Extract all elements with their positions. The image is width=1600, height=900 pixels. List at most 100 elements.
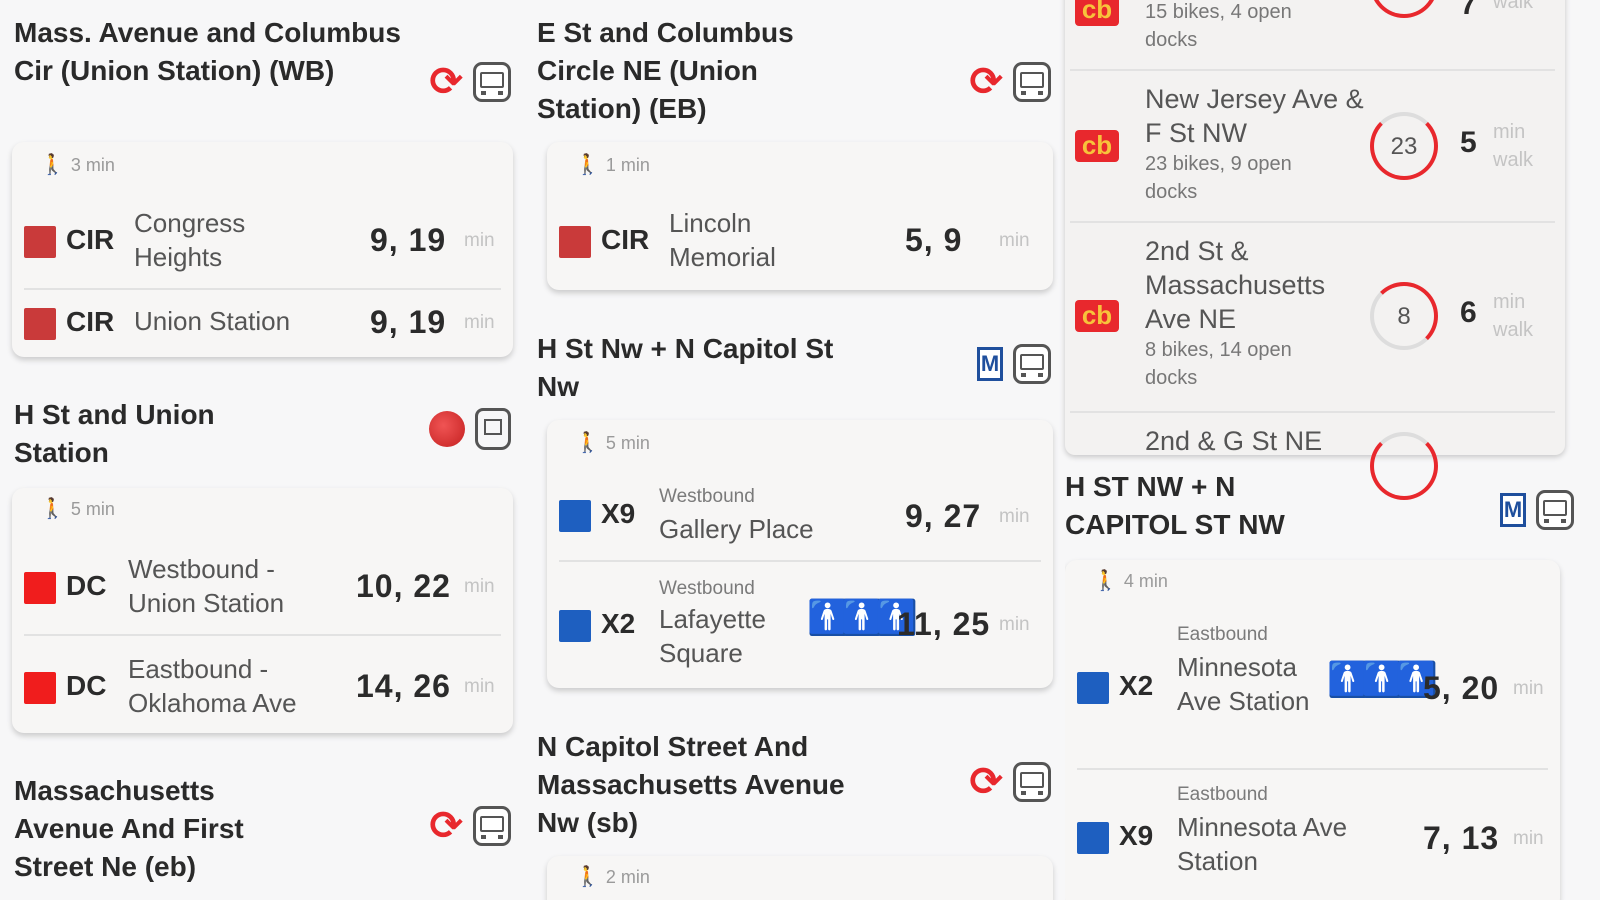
arrival-unit: min [464, 676, 495, 697]
refresh-icon[interactable]: ⟳ [429, 806, 463, 846]
bikeshare-walk-minutes: 5 [1460, 126, 1477, 159]
bikeshare-station-name: 2nd St & Massachusetts Ave NE [1145, 236, 1326, 334]
arrival-unit: min [999, 614, 1030, 635]
route-destination: Union Station [134, 306, 291, 336]
stop-header-e-columbus-eb[interactable]: E St and Columbus Circle NE (Union Stati… [537, 14, 1051, 134]
stop-mode-icons: ⟳ [429, 806, 511, 846]
refresh-icon[interactable]: ⟳ [429, 62, 463, 102]
stop-header-mass-first-eb[interactable]: Massachusetts Avenue And First Street Ne… [14, 772, 511, 900]
arrival-times: 5, 9 [905, 222, 963, 258]
route-destination: Eastbound - Oklahoma Ave [128, 654, 297, 718]
walk-icon: 🚶 [1093, 570, 1118, 592]
route-row[interactable]: DC Eastbound - Oklahoma Ave 14, 26 min [24, 644, 501, 724]
divider [559, 560, 1041, 562]
bikeshare-walk-minutes: 6 [1460, 296, 1477, 329]
arrival-times: 9, 19 [370, 222, 447, 258]
stop-mode-icons: M [977, 344, 1051, 384]
route-row[interactable]: X2 Eastbound Minnesota Ave Station 🚹🚹🚹 5… [1077, 620, 1548, 760]
metro-icon: M [977, 347, 1003, 381]
bikeshare-walk-minutes: 7 [1460, 0, 1477, 21]
stop-mode-icons [429, 408, 511, 450]
bikeshare-station-name: New Jersey Ave & F St NW [1145, 84, 1364, 148]
route-color-swatch [24, 672, 56, 704]
arrivals-card: 🚶 5 min DC Westbound - Union Station 10, … [12, 488, 513, 733]
walk-label: 3 min [70, 155, 115, 175]
bus-icon [1013, 762, 1051, 802]
route-color-swatch [24, 226, 56, 258]
capital-bikeshare-icon: cb [1075, 300, 1119, 332]
route-name: X2 [1119, 670, 1154, 701]
refresh-icon[interactable]: ⟳ [969, 62, 1003, 102]
stop-header-n-capitol-mass-sb[interactable]: N Capitol Street And Massachusetts Avenu… [537, 728, 1051, 848]
route-row[interactable]: X9 Eastbound Minnesota Ave Station 7, 13… [1077, 778, 1548, 898]
bus-icon [473, 62, 511, 102]
route-destination: Lincoln Memorial [669, 208, 776, 272]
route-row[interactable]: X9 Westbound Gallery Place 9, 27 min [559, 480, 1041, 560]
stop-header-h-union[interactable]: H St and Union Station [14, 396, 511, 476]
divider [24, 634, 501, 636]
arrival-unit: min [1513, 828, 1544, 849]
route-name: X2 [601, 608, 636, 639]
bikeshare-availability: 15 bikes, 4 open docks [1145, 1, 1292, 51]
route-row[interactable]: CIR Lincoln Memorial 5, 9 min [559, 204, 1041, 280]
metro-icon: M [1500, 493, 1526, 527]
bikeshare-station-row[interactable]: cb 2nd St & Massachusetts Ave NE 8 bikes… [1065, 234, 1565, 404]
stop-header-h-capitol-upper[interactable]: H ST NW + N CAPITOL ST NW M [1065, 468, 1586, 548]
arrival-times: 10, 22 [356, 568, 451, 604]
divider [1070, 411, 1555, 413]
route-name: DC [66, 670, 107, 701]
dc-circulator-icon [429, 411, 465, 447]
route-row[interactable]: CIR Union Station 9, 19 min [24, 292, 501, 352]
route-name: CIR [601, 224, 650, 255]
divider [1070, 221, 1555, 223]
walk-time: 🚶 3 min [40, 152, 115, 177]
bikeshare-station-row[interactable]: cb 15 bikes, 4 open docks 7 walk [1065, 0, 1565, 68]
refresh-icon[interactable]: ⟳ [969, 762, 1003, 802]
walk-time: 🚶 1 min [575, 152, 650, 177]
arrivals-card: 🚶 5 min X9 Westbound Gallery Place 9, 27 … [547, 420, 1053, 688]
arrival-unit: min [999, 230, 1030, 251]
stop-title: H St Nw + N Capitol St Nw [537, 333, 834, 402]
route-row[interactable]: CIR Congress Heights 9, 19 min [24, 204, 501, 280]
column-right: H ST NW + N CAPITOL ST NW M 🚶 4 min X2 Ea… [1065, 458, 1600, 900]
route-color-swatch [559, 226, 591, 258]
bikeshare-station-row[interactable]: 2nd & G St NE [1065, 420, 1565, 500]
divider [1077, 768, 1548, 770]
stop-mode-icons: ⟳ [429, 62, 511, 102]
route-name: X9 [601, 498, 636, 529]
arrival-unit: min [999, 506, 1030, 527]
divider [1070, 69, 1555, 71]
walk-time: 🚶 5 min [40, 496, 115, 521]
crowding-icon: 🚹🚹🚹 [1327, 661, 1438, 699]
walk-time: 🚶 2 min [575, 864, 650, 889]
capital-bikeshare-icon: cb [1075, 130, 1119, 162]
bikeshare-availability: 23 bikes, 9 open docks [1145, 153, 1292, 203]
walk-label: 5 min [70, 499, 115, 519]
walk-icon: 🚶 [575, 866, 600, 888]
streetcar-icon [475, 408, 511, 450]
bikeshare-station-name: 2nd & G St NE [1145, 426, 1323, 456]
stop-header-h-capitol[interactable]: H St Nw + N Capitol St Nw M [537, 330, 1051, 410]
route-row[interactable]: DC Westbound - Union Station 10, 22 min [24, 548, 501, 628]
route-direction: Eastbound [1177, 784, 1268, 805]
route-destination: Gallery Place [659, 514, 814, 544]
crowding-icon: 🚹🚹🚹 [807, 599, 918, 637]
route-name: CIR [66, 224, 115, 255]
route-name: X9 [1119, 820, 1154, 851]
bus-icon [1536, 490, 1574, 530]
stop-header-mass-union-wb[interactable]: Mass. Avenue and Columbus Cir (Union Sta… [14, 14, 511, 134]
stop-mode-icons: ⟳ [969, 762, 1051, 802]
route-direction: Westbound [659, 486, 755, 507]
bus-icon [1013, 62, 1051, 102]
arrival-times: 5, 20 [1423, 670, 1500, 706]
walk-icon: 🚶 [575, 432, 600, 454]
bikeshare-availability-ring [1370, 0, 1438, 18]
route-row[interactable]: X2 Westbound Lafayette Square 🚹🚹🚹 11, 25… [559, 570, 1041, 682]
arrival-unit: min [464, 312, 495, 333]
route-direction: Westbound [659, 578, 755, 599]
bus-icon [473, 806, 511, 846]
bikeshare-station-row[interactable]: cb New Jersey Ave & F St NW 23 bikes, 9 … [1065, 82, 1565, 222]
route-color-swatch [24, 572, 56, 604]
route-destination: Congress Heights [134, 208, 246, 272]
arrival-times: 7, 13 [1423, 820, 1500, 856]
